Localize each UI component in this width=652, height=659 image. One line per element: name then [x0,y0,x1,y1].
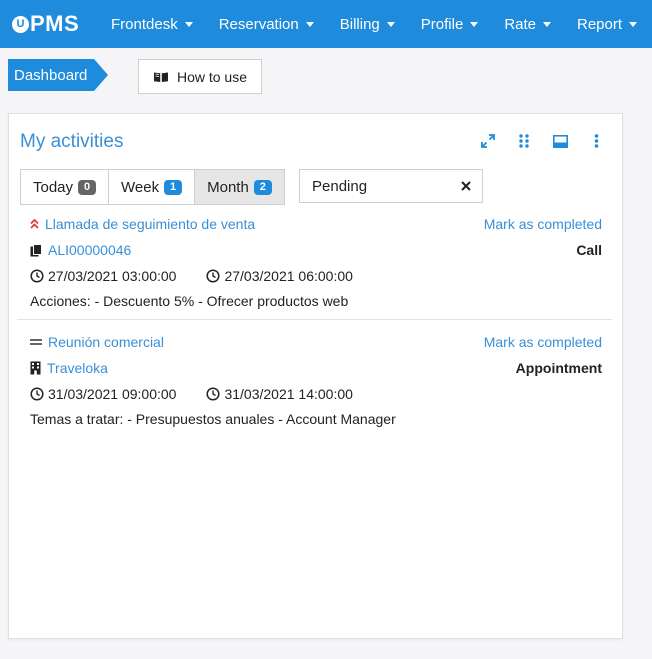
status-filter-value: Pending [312,177,368,195]
panel-toolbar [480,133,604,149]
divider [17,319,612,320]
clock-icon [30,269,44,283]
nav-label: Reservation [218,15,299,33]
how-to-use-button[interactable]: How to use [138,59,262,94]
mark-as-completed-link[interactable]: Mark as completed [484,216,602,232]
logo-text: PMS [30,11,80,36]
top-navbar: U PMS Frontdesk Reservation Billing Prof… [0,0,652,48]
start-datetime: 27/03/2021 03:00:00 [48,268,177,284]
nav-item-rate[interactable]: Rate [504,16,551,33]
clock-icon [206,269,221,283]
breadcrumb-arrow [94,59,108,91]
activity-title: Llamada de seguimiento de venta [45,216,256,232]
nav-item-billing[interactable]: Billing [340,16,395,33]
activity-end: 27/03/2021 06:00:00 [206,268,353,284]
clock-icon [206,387,221,401]
how-to-use-label: How to use [176,68,248,85]
clock-icon [30,387,44,401]
more-vertical-icon[interactable] [588,133,604,149]
activity-description: Acciones: - Descuento 5% - Ofrecer produ… [30,293,349,309]
count-badge: 0 [78,179,97,195]
nav-item-reservation[interactable]: Reservation [219,16,314,33]
priority-high-icon [30,219,39,229]
tab-label: Week [121,178,160,196]
panel-title: My activities [20,131,124,152]
activity-type: Call [576,242,602,258]
nav-label: Frontdesk [111,15,178,33]
tab-today[interactable]: Today 0 [21,170,109,204]
nav-item-report[interactable]: Report [577,15,638,33]
caret-down-icon [386,21,395,27]
activity-reference-link[interactable]: ALI00000046 [30,242,602,258]
activity-end: 31/03/2021 14:00:00 [206,386,353,402]
logo-badge: U [12,15,29,33]
caret-down-icon [305,21,314,27]
nav-item-frontdesk[interactable]: Frontdesk [111,16,193,33]
minimize-window-icon[interactable] [552,133,568,149]
end-datetime: 31/03/2021 14:00:00 [224,386,353,402]
tab-week[interactable]: Week 1 [108,170,195,204]
end-datetime: 27/03/2021 06:00:00 [224,268,353,284]
nav-label: Rate [504,15,536,33]
breadcrumb-dashboard[interactable]: Dashboard [8,59,94,91]
tab-label: Month [207,178,249,196]
expand-icon[interactable] [480,133,496,149]
mark-as-completed-link[interactable]: Mark as completed [484,334,602,350]
activity-type: Appointment [515,360,602,376]
caret-down-icon [543,21,551,27]
tab-label: Today [33,178,74,196]
caret-down-icon [184,21,193,27]
caret-down-icon [470,21,479,27]
status-filter-select[interactable]: Pending [299,169,483,203]
period-tabs: Today 0 Week 1 Month 2 [20,169,285,205]
activity-start: 31/03/2021 09:00:00 [30,386,176,402]
document-copy-icon [30,243,42,257]
close-icon[interactable] [458,178,474,194]
count-badge: 2 [253,179,272,195]
nav-label: Report [577,15,623,33]
activity-description: Temas a tratar: - Presupuestos anuales -… [30,411,396,427]
building-icon [30,361,41,375]
grid-dots-icon[interactable] [516,133,532,149]
priority-medium-icon [30,337,42,347]
app-logo[interactable]: U PMS [12,11,98,37]
breadcrumb[interactable]: Dashboard [8,59,108,91]
tab-month[interactable]: Month 2 [194,170,284,204]
main-menu: Frontdesk Reservation Billing Profile Ra… [111,15,638,33]
nav-label: Billing [339,15,380,33]
activity-title: Reunión comercial [48,334,164,350]
caret-down-icon [629,21,638,27]
book-icon [153,71,169,83]
my-activities-panel: My activities Today 0 Week 1 Month 2 Pen… [8,113,623,639]
activity-reference: ALI00000046 [48,242,132,258]
activity-reference: Traveloka [47,360,108,376]
count-badge: 1 [164,179,183,195]
activity-start: 27/03/2021 03:00:00 [30,268,176,284]
start-datetime: 31/03/2021 09:00:00 [48,386,177,402]
nav-label: Profile [420,15,464,33]
nav-item-profile[interactable]: Profile [421,16,479,33]
